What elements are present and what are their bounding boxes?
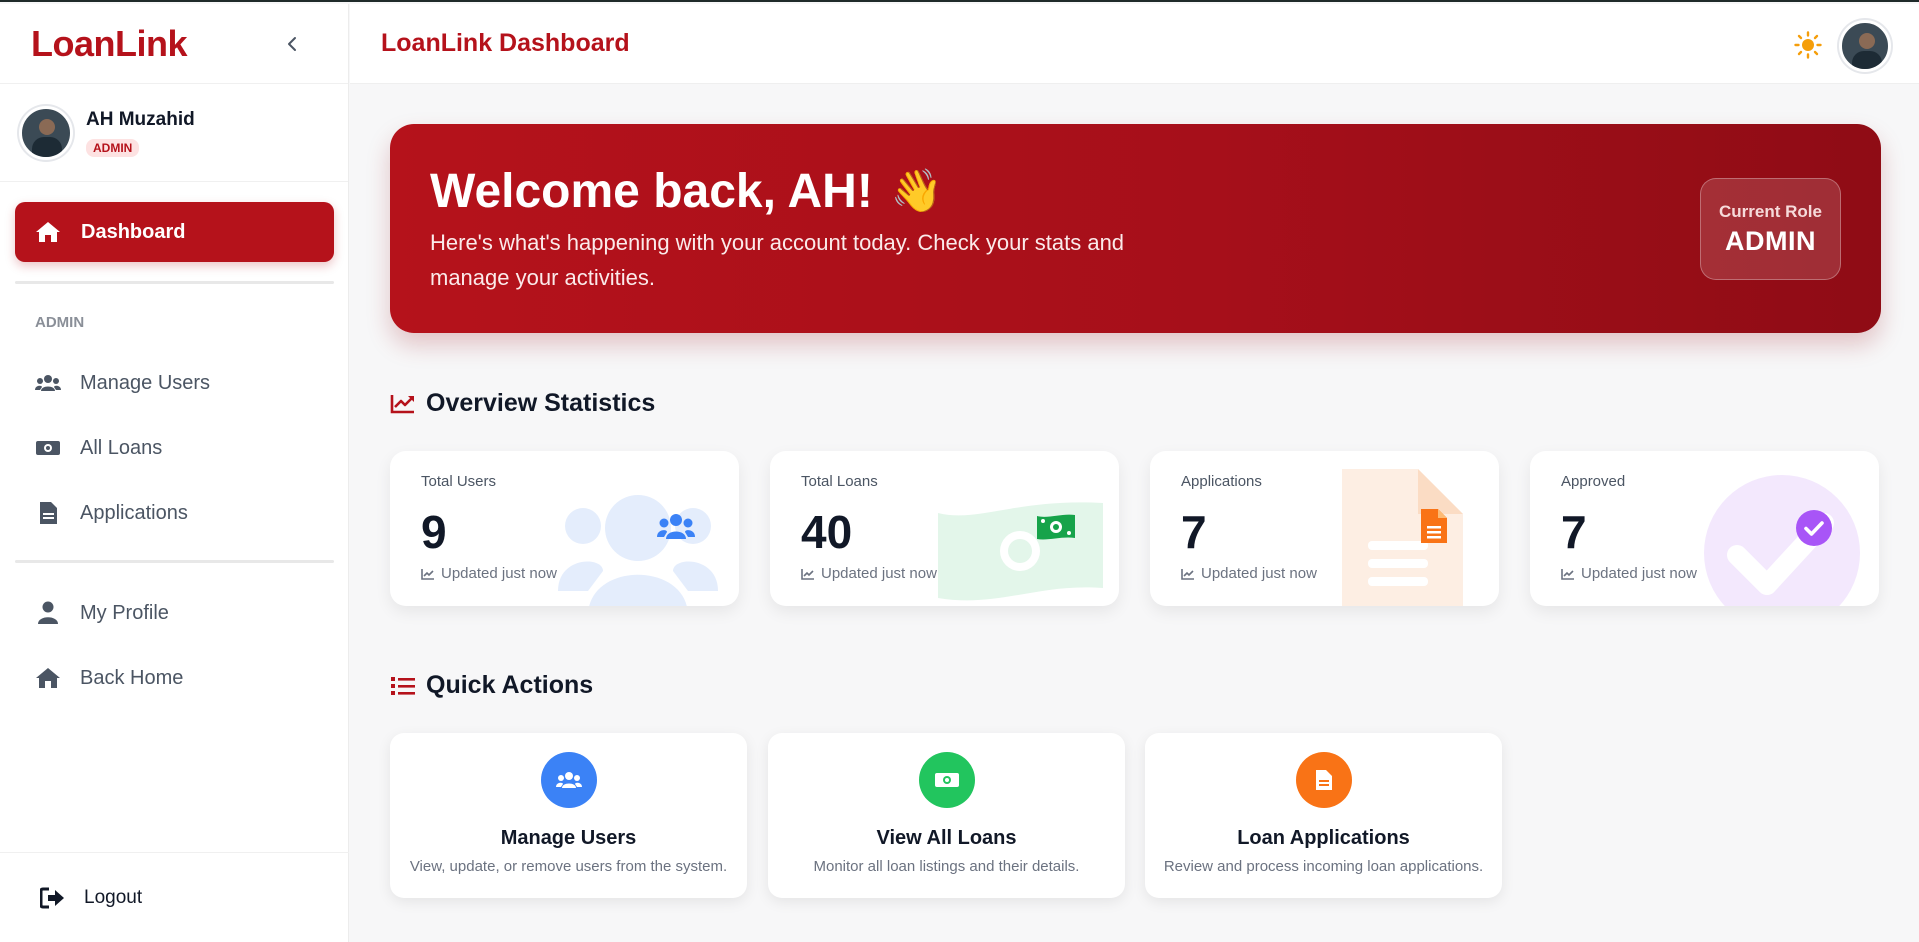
- action-title: Loan Applications: [1237, 827, 1410, 849]
- check-background-icon: [1704, 475, 1860, 606]
- users-icon: [35, 374, 61, 392]
- sidebar-item-dashboard[interactable]: Dashboard: [15, 202, 334, 262]
- brand-logo[interactable]: LoanLink: [31, 23, 188, 65]
- sidebar-item-label: Manage Users: [80, 371, 211, 394]
- stat-label: Applications: [1181, 473, 1262, 490]
- waving-hand-icon: 👋: [890, 167, 944, 214]
- sidebar-item-manage-users[interactable]: Manage Users: [15, 356, 334, 410]
- stat-label: Approved: [1561, 473, 1626, 490]
- stat-value: 9: [421, 506, 447, 558]
- sidebar-divider: [15, 281, 334, 284]
- users-icon: [541, 752, 597, 808]
- home-icon: [35, 221, 61, 243]
- sidebar-item-label: Back Home: [80, 666, 184, 689]
- sidebar-item-my-profile[interactable]: My Profile: [15, 586, 334, 640]
- sidebar-item-applications[interactable]: Applications: [15, 486, 334, 540]
- chevron-left-icon: [288, 36, 296, 51]
- chart-line-icon: [1561, 568, 1575, 580]
- stat-label: Total Loans: [801, 473, 878, 490]
- money-background-icon: [938, 502, 1103, 601]
- quick-action-manage-users[interactable]: Manage Users View, update, or remove use…: [390, 733, 747, 898]
- stat-updated-text: Updated just now: [821, 565, 937, 582]
- stat-updated-text: Updated just now: [1581, 565, 1697, 582]
- sidebar-header: LoanLink: [0, 4, 348, 84]
- stat-updated-text: Updated just now: [441, 565, 557, 582]
- stat-updated: Updated just now: [1561, 565, 1697, 582]
- logout-button[interactable]: Logout: [0, 852, 349, 942]
- sidebar-item-label: Dashboard: [81, 220, 186, 243]
- sidebar-item-back-home[interactable]: Back Home: [15, 651, 334, 705]
- action-title: View All Loans: [876, 827, 1017, 849]
- stat-updated: Updated just now: [1181, 565, 1317, 582]
- user-icon: [35, 601, 61, 625]
- chart-line-icon: [801, 568, 815, 580]
- stat-value: 7: [1561, 506, 1587, 558]
- stat-card-total-loans: Total Loans 40 Updated just now: [770, 451, 1119, 606]
- quick-actions-heading: Quick Actions: [390, 671, 593, 700]
- stat-card-applications: Applications 7 Updated just now: [1150, 451, 1499, 606]
- top-bar: LoanLink Dashboard: [350, 4, 1919, 84]
- list-icon: [390, 675, 416, 697]
- stat-card-approved: Approved 7 Updated just now: [1530, 451, 1879, 606]
- document-icon: [1420, 508, 1448, 544]
- stat-updated: Updated just now: [801, 565, 937, 582]
- stat-updated-text: Updated just now: [1201, 565, 1317, 582]
- chart-line-icon: [390, 393, 416, 415]
- stat-value: 40: [801, 506, 853, 558]
- page-title: LoanLink Dashboard: [381, 29, 630, 57]
- sidebar-section-label: ADMIN: [35, 314, 85, 331]
- welcome-heading: Welcome back, AH! 👋: [430, 164, 943, 219]
- users-icon: [657, 512, 695, 540]
- sun-icon: [1794, 31, 1822, 59]
- document-icon: [1296, 752, 1352, 808]
- avatar[interactable]: [19, 105, 73, 160]
- sidebar-item-label: My Profile: [80, 601, 169, 624]
- welcome-text: Here's what's happening with your accoun…: [430, 230, 1125, 290]
- action-description: Review and process incoming loan applica…: [1163, 858, 1484, 875]
- money-icon: [1036, 513, 1076, 541]
- stat-updated: Updated just now: [421, 565, 557, 582]
- quick-action-loan-applications[interactable]: Loan Applications Review and process inc…: [1145, 733, 1502, 898]
- collapse-sidebar-button[interactable]: [280, 32, 304, 56]
- home-icon: [35, 667, 61, 689]
- overview-heading: Overview Statistics: [390, 389, 655, 418]
- logout-label: Logout: [84, 886, 143, 908]
- overview-title: Overview Statistics: [426, 389, 656, 417]
- role-badge: ADMIN: [86, 138, 140, 157]
- logout-icon: [40, 887, 66, 909]
- current-role-card: Current Role ADMIN: [1700, 178, 1841, 280]
- sidebar-item-label: All Loans: [80, 436, 163, 459]
- quick-actions-title: Quick Actions: [426, 671, 594, 699]
- avatar[interactable]: [1839, 20, 1891, 72]
- sidebar-item-all-loans[interactable]: All Loans: [15, 421, 334, 475]
- user-profile-box: AH Muzahid ADMIN: [0, 84, 348, 182]
- money-icon: [919, 752, 975, 808]
- action-description: View, update, or remove users from the s…: [409, 858, 728, 875]
- welcome-title: Welcome back, AH!: [430, 165, 873, 218]
- theme-toggle-button[interactable]: [1794, 31, 1822, 59]
- action-title: Manage Users: [500, 827, 637, 849]
- user-name: AH Muzahid: [86, 108, 195, 130]
- stat-label: Total Users: [421, 473, 497, 490]
- current-role-value: ADMIN: [1725, 225, 1816, 256]
- welcome-banner: Welcome back, AH! 👋 Here's what's happen…: [390, 124, 1881, 333]
- sidebar-item-label: Applications: [80, 501, 188, 524]
- money-icon: [35, 439, 61, 457]
- stat-value: 7: [1181, 506, 1207, 558]
- users-background-icon: [558, 495, 718, 606]
- action-description: Monitor all loan listings and their deta…: [813, 858, 1080, 875]
- current-role-label: Current Role: [1719, 201, 1822, 221]
- quick-action-view-all-loans[interactable]: View All Loans Monitor all loan listings…: [768, 733, 1125, 898]
- document-icon: [35, 501, 61, 525]
- check-circle-icon: [1795, 509, 1833, 547]
- chart-line-icon: [421, 568, 435, 580]
- sidebar-divider: [15, 560, 334, 563]
- stat-card-total-users: Total Users 9 Updated just now: [390, 451, 739, 606]
- sidebar: LoanLink AH Muzahid ADMIN Dashboard ADMI…: [0, 4, 349, 942]
- chart-line-icon: [1181, 568, 1195, 580]
